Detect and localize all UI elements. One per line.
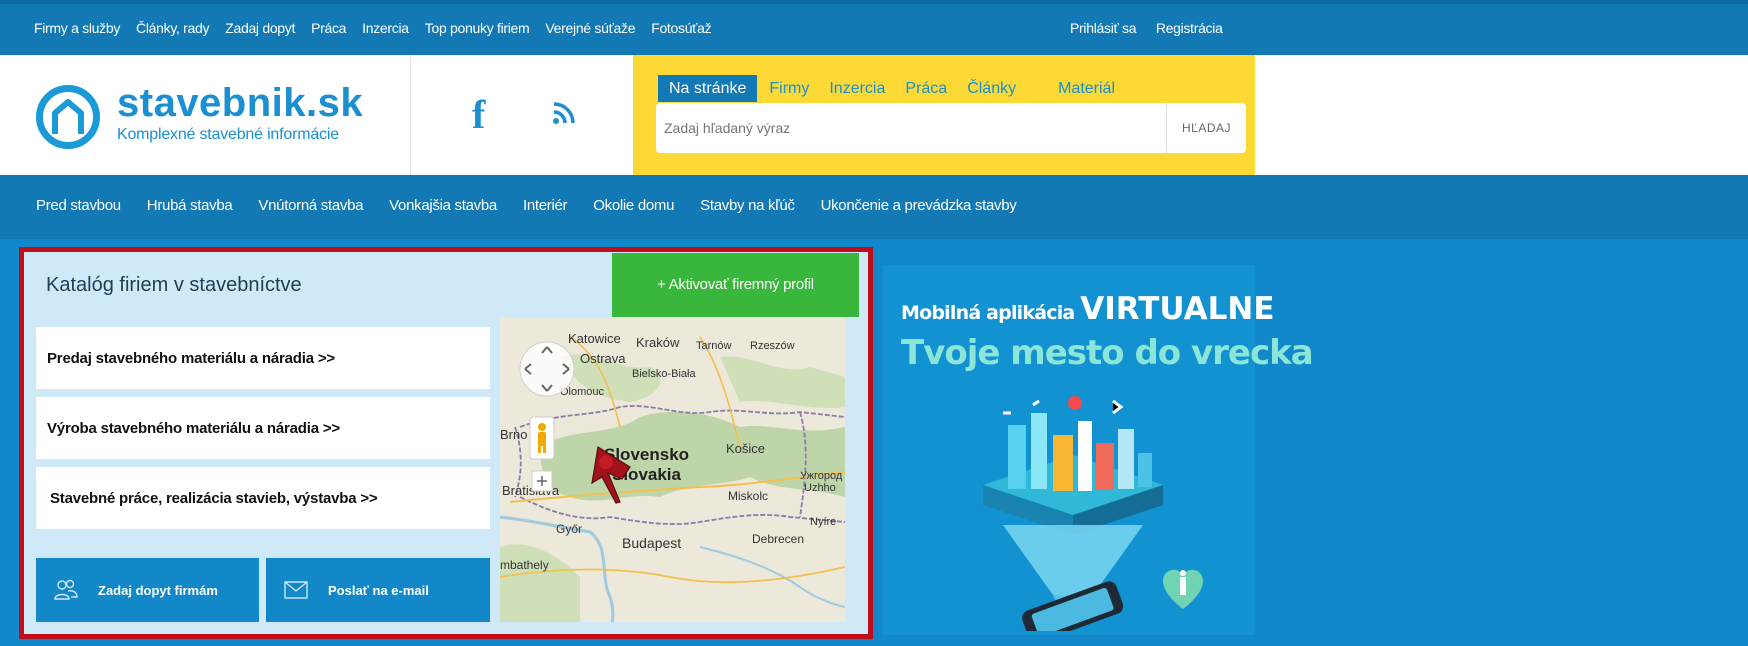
demand-button-label: Zadaj dopyt firmám <box>98 582 218 598</box>
top-link-firmy[interactable]: Firmy a služby <box>34 20 120 36</box>
company-map[interactable]: Katowice Kraków Tarnów Rzeszów Ostrava B… <box>500 317 845 622</box>
catalog-link-predaj[interactable]: Predaj stavebného materiálu a náradia >> <box>36 327 490 389</box>
catalog-link-stavebne-prace[interactable]: Stavebné práce, realizácia stavieb, výst… <box>36 467 490 529</box>
catalog-link-vyroba[interactable]: Výroba stavebného materiálu a náradia >> <box>36 397 490 459</box>
catalog-title: Katalóg firiem v stavebníctve <box>46 274 302 296</box>
logo-subtitle: Komplexné stavebné informácie <box>117 126 339 143</box>
email-button-label: Poslať na e-mail <box>328 582 429 598</box>
top-links: Firmy a služby Články, rady Zadaj dopyt … <box>34 20 727 36</box>
top-link-praca[interactable]: Práca <box>311 20 346 36</box>
map-label-tarnow: Tarnów <box>696 340 732 352</box>
nav-item-pred-stavbou[interactable]: Pred stavbou <box>36 197 121 214</box>
map-label-szombathely: mbathely <box>500 558 549 572</box>
map-zoom-in-button[interactable] <box>531 470 553 492</box>
nav-item-hruba-stavba[interactable]: Hrubá stavba <box>147 197 233 214</box>
nav-item-ukoncenie[interactable]: Ukončenie a prevádzka stavby <box>821 197 1017 214</box>
envelope-icon <box>284 581 308 599</box>
email-button[interactable]: Poslať na e-mail <box>266 558 490 622</box>
demand-button[interactable]: Zadaj dopyt firmám <box>36 558 259 622</box>
ad-brand: VIRTUALNE <box>1080 291 1275 327</box>
search-tabs: Na stránke Firmy Inzercia Práca Články M… <box>658 75 1135 102</box>
site-header: stavebnik.sk Komplexné stavebné informác… <box>0 55 1748 175</box>
city-funnel-illustration <box>983 396 1203 631</box>
ad-tagline: Tvoje mesto do vrecka <box>901 333 1314 373</box>
top-link-top-ponuky[interactable]: Top ponuky firiem <box>425 20 530 36</box>
category-nav-items: Pred stavbou Hrubá stavba Vnútorná stavb… <box>36 197 1042 214</box>
top-link-inzercia[interactable]: Inzercia <box>362 20 409 36</box>
map-label-nyire: Nyíre <box>810 516 836 528</box>
nav-item-vnutorna-stavba[interactable]: Vnútorná stavba <box>258 197 363 214</box>
map-label-uzhhorod-latin: Uzhho <box>804 482 836 494</box>
ad-line1-prefix: Mobilná aplikácia <box>901 302 1075 324</box>
street-view-pegman-icon[interactable] <box>529 416 555 460</box>
top-link-clanky[interactable]: Články, rady <box>136 20 209 36</box>
map-label-debrecen: Debrecen <box>752 532 804 546</box>
search-tab-inzercia[interactable]: Inzercia <box>829 75 885 102</box>
map-label-gyor: Győr <box>556 522 582 536</box>
nav-item-okolie-domu[interactable]: Okolie domu <box>593 197 674 214</box>
home-logo-icon[interactable] <box>36 85 100 149</box>
map-label-bielsko: Bielsko-Biała <box>632 368 696 380</box>
register-link[interactable]: Registrácia <box>1156 20 1223 36</box>
logo-text[interactable]: stavebnik.sk <box>117 81 363 126</box>
map-label-budapest: Budapest <box>622 535 681 551</box>
map-label-kosice: Košice <box>726 441 765 456</box>
nav-item-interier[interactable]: Interiér <box>523 197 568 214</box>
map-label-rzeszow: Rzeszów <box>750 340 795 352</box>
rss-icon[interactable] <box>552 101 576 125</box>
map-pan-control[interactable] <box>519 341 575 397</box>
users-icon <box>54 579 78 600</box>
search-tab-praca[interactable]: Práca <box>905 75 947 102</box>
top-link-sutaze[interactable]: Verejné súťaže <box>545 20 635 36</box>
top-link-fotosutaz[interactable]: Fotosúťaž <box>651 20 711 36</box>
search-tab-material[interactable]: Materiál <box>1058 75 1115 102</box>
category-nav: Pred stavbou Hrubá stavba Vnútorná stavb… <box>0 175 1748 239</box>
activate-profile-button[interactable]: + Aktivovať firemný profil <box>612 253 859 317</box>
search-tab-na-stranke[interactable]: Na stránke <box>658 75 758 102</box>
map-label-katowice: Katowice <box>568 331 621 346</box>
catalog-panel: Katalóg firiem v stavebníctve + Aktivova… <box>19 247 873 639</box>
search-box: Na stránke Firmy Inzercia Práca Články M… <box>633 55 1255 175</box>
ad-headline: Mobilná aplikácia VIRTUALNE <box>901 291 1275 327</box>
map-label-miskolc: Miskolc <box>728 489 768 503</box>
top-bar: Firmy a služby Články, rady Zadaj dopyt … <box>0 0 1748 55</box>
map-label-uzhhorod: Ужгород <box>800 470 843 482</box>
search-tab-firmy[interactable]: Firmy <box>769 75 809 102</box>
login-link[interactable]: Prihlásiť sa <box>1070 20 1137 36</box>
map-label-brno: Brno <box>500 427 527 442</box>
nav-item-stavby-na-kluc[interactable]: Stavby na kľúč <box>700 197 795 214</box>
map-canvas[interactable]: Katowice Kraków Tarnów Rzeszów Ostrava B… <box>500 317 845 622</box>
virtualne-ad-banner[interactable]: Mobilná aplikácia VIRTUALNE Tvoje mesto … <box>883 265 1314 635</box>
search-button[interactable]: HĽADAJ <box>1166 103 1246 153</box>
search-tab-clanky[interactable]: Články <box>967 75 1016 102</box>
nav-item-vonkajsia-stavba[interactable]: Vonkajšia stavba <box>389 197 497 214</box>
facebook-icon[interactable]: f <box>472 91 485 138</box>
search-input[interactable] <box>656 103 1166 153</box>
auth-links: Prihlásiť sa Registrácia <box>1070 20 1239 36</box>
header-divider <box>410 55 411 175</box>
map-label-krakow: Kraków <box>636 335 680 350</box>
map-label-ostrava: Ostrava <box>580 351 626 366</box>
top-link-dopyt[interactable]: Zadaj dopyt <box>225 20 295 36</box>
